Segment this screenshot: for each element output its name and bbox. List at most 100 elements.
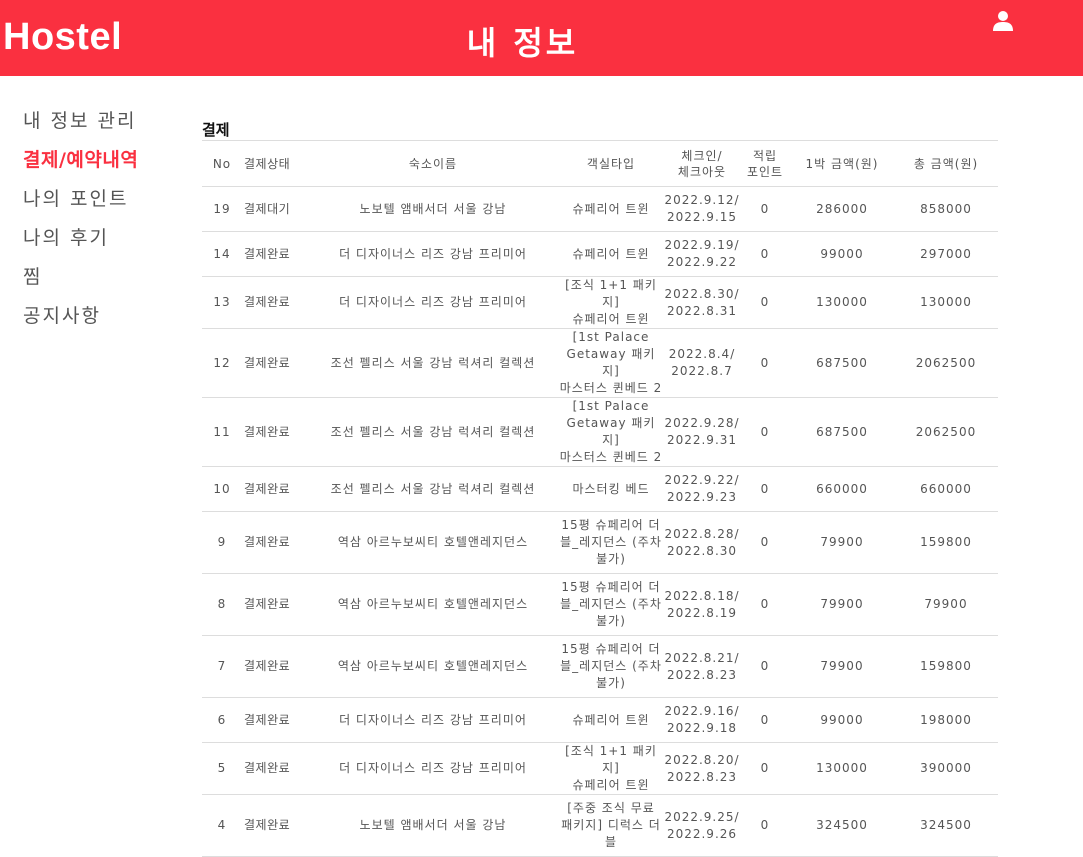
- cell-points: 0: [740, 794, 790, 857]
- cell-room-type: [1st Palace Getaway 패키지] 마스터스 퀸베드 2: [558, 397, 664, 467]
- cell-hotel-name: 역삼 아르누보씨티 호텔앤레지던스: [308, 573, 558, 636]
- cell-status: 결제완료: [242, 397, 308, 467]
- cell-dates: 2022.8.20/ 2022.8.23: [664, 742, 740, 795]
- payment-table: No 결제상태 숙소이름 객실타입 체크인/ 체크아웃 적립 포인트 1박 금액…: [202, 140, 998, 857]
- cell-hotel-name: 노보텔 앰배서더 서울 강남: [308, 186, 558, 232]
- cell-points: 0: [740, 397, 790, 467]
- table-row[interactable]: 4 결제완료 노보텔 앰배서더 서울 강남 [주중 조식 무료 패키지] 디럭스 더 …: [202, 794, 998, 857]
- cell-room-type: 슈페리어 트윈: [558, 697, 664, 743]
- cell-nightly-price: 99000: [790, 697, 894, 743]
- cell-hotel-name: 더 디자이너스 리즈 강남 프리미어: [308, 276, 558, 329]
- table-row[interactable]: 6 결제완료 더 디자이너스 리즈 강남 프리미어 슈페리어 트윈 2022.9.16/…: [202, 697, 998, 743]
- cell-nightly-price: 130000: [790, 276, 894, 329]
- cell-hotel-name: 역삼 아르누보씨티 호텔앤레지던스: [308, 511, 558, 574]
- cell-points: 0: [740, 511, 790, 574]
- top-header: Hostel 내 정보: [0, 0, 1083, 76]
- cell-no: 7: [202, 635, 242, 698]
- cell-points: 0: [740, 466, 790, 512]
- table-row[interactable]: 13 결제완료 더 디자이너스 리즈 강남 프리미어 [조식 1+1 패키지] 슈페리…: [202, 276, 998, 329]
- cell-nightly-price: 79900: [790, 573, 894, 636]
- cell-dates: 2022.9.22/ 2022.9.23: [664, 466, 740, 512]
- table-header-row: No 결제상태 숙소이름 객실타입 체크인/ 체크아웃 적립 포인트 1박 금액…: [202, 140, 998, 187]
- cell-nightly-price: 660000: [790, 466, 894, 512]
- sidebar-item-reviews[interactable]: 나의 후기: [23, 225, 183, 264]
- cell-room-type: 15평 슈페리어 더 블_레지던스 (주차 불가): [558, 635, 664, 698]
- cell-room-type: [조식 1+1 패키지] 슈페리어 트윈: [558, 276, 664, 329]
- cell-no: 9: [202, 511, 242, 574]
- cell-points: 0: [740, 231, 790, 277]
- sidebar-item-my-info[interactable]: 내 정보 관리: [23, 108, 183, 147]
- cell-points: 0: [740, 742, 790, 795]
- cell-dates: 2022.9.25/ 2022.9.26: [664, 794, 740, 857]
- cell-total-price: 130000: [894, 276, 998, 329]
- cell-dates: 2022.9.16/ 2022.9.18: [664, 697, 740, 743]
- cell-status: 결제완료: [242, 466, 308, 512]
- cell-dates: 2022.8.21/ 2022.8.23: [664, 635, 740, 698]
- cell-status: 결제완료: [242, 231, 308, 277]
- cell-no: 5: [202, 742, 242, 795]
- column-header-checkin-checkout: 체크인/ 체크아웃: [664, 140, 740, 187]
- cell-status: 결제완료: [242, 511, 308, 574]
- cell-status: 결제완료: [242, 697, 308, 743]
- cell-total-price: 324500: [894, 794, 998, 857]
- column-header-points: 적립 포인트: [740, 140, 790, 187]
- sidebar-item-points[interactable]: 나의 포인트: [23, 186, 183, 225]
- cell-hotel-name: 역삼 아르누보씨티 호텔앤레지던스: [308, 635, 558, 698]
- cell-total-price: 297000: [894, 231, 998, 277]
- cell-hotel-name: 노보텔 앰배서더 서울 강남: [308, 794, 558, 857]
- table-row[interactable]: 19 결제대기 노보텔 앰배서더 서울 강남 슈페리어 트윈 2022.9.12/ 20…: [202, 186, 998, 232]
- cell-total-price: 858000: [894, 186, 998, 232]
- column-header-hotel: 숙소이름: [308, 140, 558, 187]
- cell-nightly-price: 130000: [790, 742, 894, 795]
- cell-dates: 2022.9.19/ 2022.9.22: [664, 231, 740, 277]
- table-row[interactable]: 12 결제완료 조선 펠리스 서울 강남 럭셔리 컬렉션 [1st Palace Ge…: [202, 328, 998, 398]
- cell-no: 13: [202, 276, 242, 329]
- cell-hotel-name: 더 디자이너스 리즈 강남 프리미어: [308, 697, 558, 743]
- cell-dates: 2022.8.4/ 2022.8.7: [664, 328, 740, 398]
- cell-no: 12: [202, 328, 242, 398]
- cell-hotel-name: 조선 펠리스 서울 강남 럭셔리 컬렉션: [308, 328, 558, 398]
- cell-room-type: 마스터킹 베드: [558, 466, 664, 512]
- cell-no: 4: [202, 794, 242, 857]
- table-row[interactable]: 14 결제완료 더 디자이너스 리즈 강남 프리미어 슈페리어 트윈 2022.9.19…: [202, 231, 998, 277]
- cell-hotel-name: 조선 펠리스 서울 강남 럭셔리 컬렉션: [308, 466, 558, 512]
- column-header-status: 결제상태: [242, 140, 308, 187]
- cell-status: 결제대기: [242, 186, 308, 232]
- cell-status: 결제완료: [242, 573, 308, 636]
- cell-room-type: 슈페리어 트윈: [558, 231, 664, 277]
- table-row[interactable]: 8 결제완료 역삼 아르누보씨티 호텔앤레지던스 15평 슈페리어 더 블_레지던스 …: [202, 573, 998, 636]
- section-title: 결제: [202, 121, 230, 139]
- cell-status: 결제완료: [242, 276, 308, 329]
- cell-no: 8: [202, 573, 242, 636]
- sidebar-item-wishlist[interactable]: 찜: [23, 264, 183, 303]
- cell-points: 0: [740, 697, 790, 743]
- table-row[interactable]: 5 결제완료 더 디자이너스 리즈 강남 프리미어 [조식 1+1 패키지] 슈페리어…: [202, 742, 998, 795]
- cell-hotel-name: 조선 펠리스 서울 강남 럭셔리 컬렉션: [308, 397, 558, 467]
- cell-points: 0: [740, 635, 790, 698]
- column-header-room-type: 객실타입: [558, 140, 664, 187]
- cell-total-price: 159800: [894, 511, 998, 574]
- sidebar-item-notices[interactable]: 공지사항: [23, 303, 183, 342]
- cell-nightly-price: 79900: [790, 635, 894, 698]
- table-row[interactable]: 9 결제완료 역삼 아르누보씨티 호텔앤레지던스 15평 슈페리어 더 블_레지던스 …: [202, 511, 998, 574]
- cell-points: 0: [740, 328, 790, 398]
- cell-total-price: 79900: [894, 573, 998, 636]
- table-row[interactable]: 7 결제완료 역삼 아르누보씨티 호텔앤레지던스 15평 슈페리어 더 블_레지던스 …: [202, 635, 998, 698]
- cell-total-price: 2062500: [894, 328, 998, 398]
- cell-status: 결제완료: [242, 794, 308, 857]
- cell-nightly-price: 286000: [790, 186, 894, 232]
- cell-dates: 2022.9.28/ 2022.9.31: [664, 397, 740, 467]
- cell-dates: 2022.8.18/ 2022.8.19: [664, 573, 740, 636]
- table-row[interactable]: 10 결제완료 조선 펠리스 서울 강남 럭셔리 컬렉션 마스터킹 베드 2022.9.…: [202, 466, 998, 512]
- table-row[interactable]: 11 결제완료 조선 펠리스 서울 강남 럭셔리 컬렉션 [1st Palace Ge…: [202, 397, 998, 467]
- cell-total-price: 198000: [894, 697, 998, 743]
- cell-room-type: 슈페리어 트윈: [558, 186, 664, 232]
- user-icon[interactable]: [992, 10, 1014, 32]
- cell-room-type: [1st Palace Getaway 패키지] 마스터스 퀸베드 2: [558, 328, 664, 398]
- cell-status: 결제완료: [242, 635, 308, 698]
- sidebar-item-payment-history[interactable]: 결제/예약내역: [23, 147, 183, 186]
- column-header-total-price: 총 금액(원): [894, 140, 998, 187]
- cell-status: 결제완료: [242, 328, 308, 398]
- cell-room-type: [조식 1+1 패키지] 슈페리어 트윈: [558, 742, 664, 795]
- cell-points: 0: [740, 186, 790, 232]
